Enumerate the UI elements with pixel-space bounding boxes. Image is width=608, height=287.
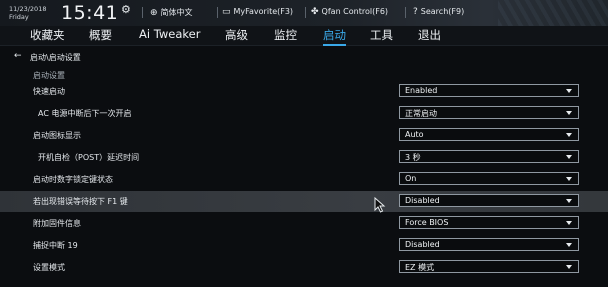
breadcrumb: 启动\启动设置 <box>30 53 81 62</box>
option-rom-dropdown[interactable]: Force BIOS <box>399 216 579 229</box>
monitor-icon: ▭ <box>222 7 231 17</box>
setting-label: 捕捉中断 19 <box>33 241 78 250</box>
setting-row-interrupt-19[interactable]: 捕捉中断 19 Disabled <box>0 235 608 256</box>
dropdown-value: Force BIOS <box>405 218 449 227</box>
setting-label: 快速启动 <box>33 87 65 96</box>
fan-icon: ✤ <box>311 7 319 17</box>
dropdown-value: 正常启动 <box>405 109 437 118</box>
divider <box>405 7 406 18</box>
boot-logo-dropdown[interactable]: Auto <box>399 128 579 141</box>
caret-down-icon <box>566 155 572 159</box>
post-delay-dropdown[interactable]: 3 秒 <box>399 150 579 163</box>
setting-label: 设置模式 <box>33 263 65 272</box>
search-label: Search(F9) <box>420 7 465 16</box>
dropdown-value: Auto <box>405 130 424 139</box>
setting-row-post-delay[interactable]: 开机自检（POST）延迟时间 3 秒 <box>0 147 608 168</box>
setting-row-numlock[interactable]: 启动时数字锁定键状态 On <box>0 169 608 190</box>
main-menu-bar: 收藏夹 概要 Ai Tweaker 高级 监控 启动 工具 退出 <box>0 26 608 46</box>
setup-mode-dropdown[interactable]: EZ 模式 <box>399 260 579 273</box>
dropdown-value: 3 秒 <box>405 153 421 162</box>
setting-row-fast-boot[interactable]: 快速启动 Enabled <box>0 81 608 102</box>
divider <box>142 7 143 18</box>
mouse-pointer-icon <box>374 197 386 213</box>
caret-down-icon <box>566 177 572 181</box>
dropdown-value: EZ 模式 <box>405 263 435 272</box>
qfan-control-label: Qfan Control(F6) <box>321 7 389 16</box>
divider <box>305 7 306 18</box>
divider <box>217 7 218 18</box>
myfavorite-button[interactable]: ▭ MyFavorite(F3) <box>222 7 293 17</box>
wait-f1-dropdown[interactable]: Disabled <box>399 194 579 207</box>
tab-main[interactable]: 概要 <box>89 27 112 43</box>
dropdown-value: Disabled <box>405 240 440 249</box>
question-icon: ? <box>413 7 418 17</box>
gear-icon[interactable]: ⚙ <box>121 3 131 16</box>
tab-exit[interactable]: 退出 <box>418 27 441 43</box>
clock-time: 15:41 <box>61 2 119 24</box>
tab-tool[interactable]: 工具 <box>370 27 393 43</box>
tab-favorites[interactable]: 收藏夹 <box>30 27 65 43</box>
globe-icon: ⊕ <box>150 8 158 18</box>
caret-down-icon <box>566 243 572 247</box>
top-status-bar: 11/23/2018 Friday 15:41 ⚙ ⊕ 简体中文 ▭ MyFavor… <box>0 0 608 26</box>
setting-row-boot-logo[interactable]: 启动图标显示 Auto <box>0 125 608 146</box>
ac-power-loss-dropdown[interactable]: 正常启动 <box>399 106 579 119</box>
dropdown-value: On <box>405 174 417 183</box>
myfavorite-label: MyFavorite(F3) <box>233 7 294 16</box>
setting-label: 启动图标显示 <box>33 131 81 140</box>
caret-down-icon <box>566 111 572 115</box>
fast-boot-dropdown[interactable]: Enabled <box>399 84 579 97</box>
setting-row-option-rom[interactable]: 附加固件信息 Force BIOS <box>0 213 608 234</box>
dropdown-value: Disabled <box>405 196 440 205</box>
caret-down-icon <box>566 221 572 225</box>
setting-label: 开机自检（POST）延迟时间 <box>38 153 140 162</box>
language-button[interactable]: ⊕ 简体中文 <box>150 7 193 18</box>
dropdown-value: Enabled <box>405 86 438 95</box>
language-label: 简体中文 <box>160 8 193 17</box>
caret-down-icon <box>566 89 572 93</box>
setting-row-setup-mode[interactable]: 设置模式 EZ 模式 <box>0 257 608 278</box>
setting-row-ac-power-loss[interactable]: AC 电源中断后下一次开启 正常启动 <box>0 103 608 124</box>
section-title: 启动设置 <box>33 71 65 80</box>
setting-row-wait-f1[interactable]: 若出现错误等待按下 F1 键 Disabled <box>0 191 608 212</box>
date-display: 11/23/2018 Friday <box>9 5 46 21</box>
tab-boot[interactable]: 启动 <box>323 27 346 46</box>
caret-down-icon <box>566 199 572 203</box>
numlock-dropdown[interactable]: On <box>399 172 579 185</box>
setting-label: 若出现错误等待按下 F1 键 <box>33 197 128 206</box>
date-text: 11/23/2018 <box>9 5 47 13</box>
search-button[interactable]: ? Search(F9) <box>413 7 464 17</box>
setting-label: AC 电源中断后下一次开启 <box>38 109 132 118</box>
tab-monitor[interactable]: 监控 <box>274 27 297 43</box>
day-text: Friday <box>9 13 29 21</box>
tab-advanced[interactable]: 高级 <box>225 27 248 43</box>
tab-ai-tweaker[interactable]: Ai Tweaker <box>139 27 200 41</box>
interrupt-19-dropdown[interactable]: Disabled <box>399 238 579 251</box>
caret-down-icon <box>566 133 572 137</box>
setting-label: 启动时数字锁定键状态 <box>33 175 113 184</box>
setting-label: 附加固件信息 <box>33 219 81 228</box>
caret-down-icon <box>566 265 572 269</box>
back-arrow-icon[interactable]: ← <box>14 51 22 61</box>
qfan-control-button[interactable]: ✤ Qfan Control(F6) <box>311 7 388 17</box>
